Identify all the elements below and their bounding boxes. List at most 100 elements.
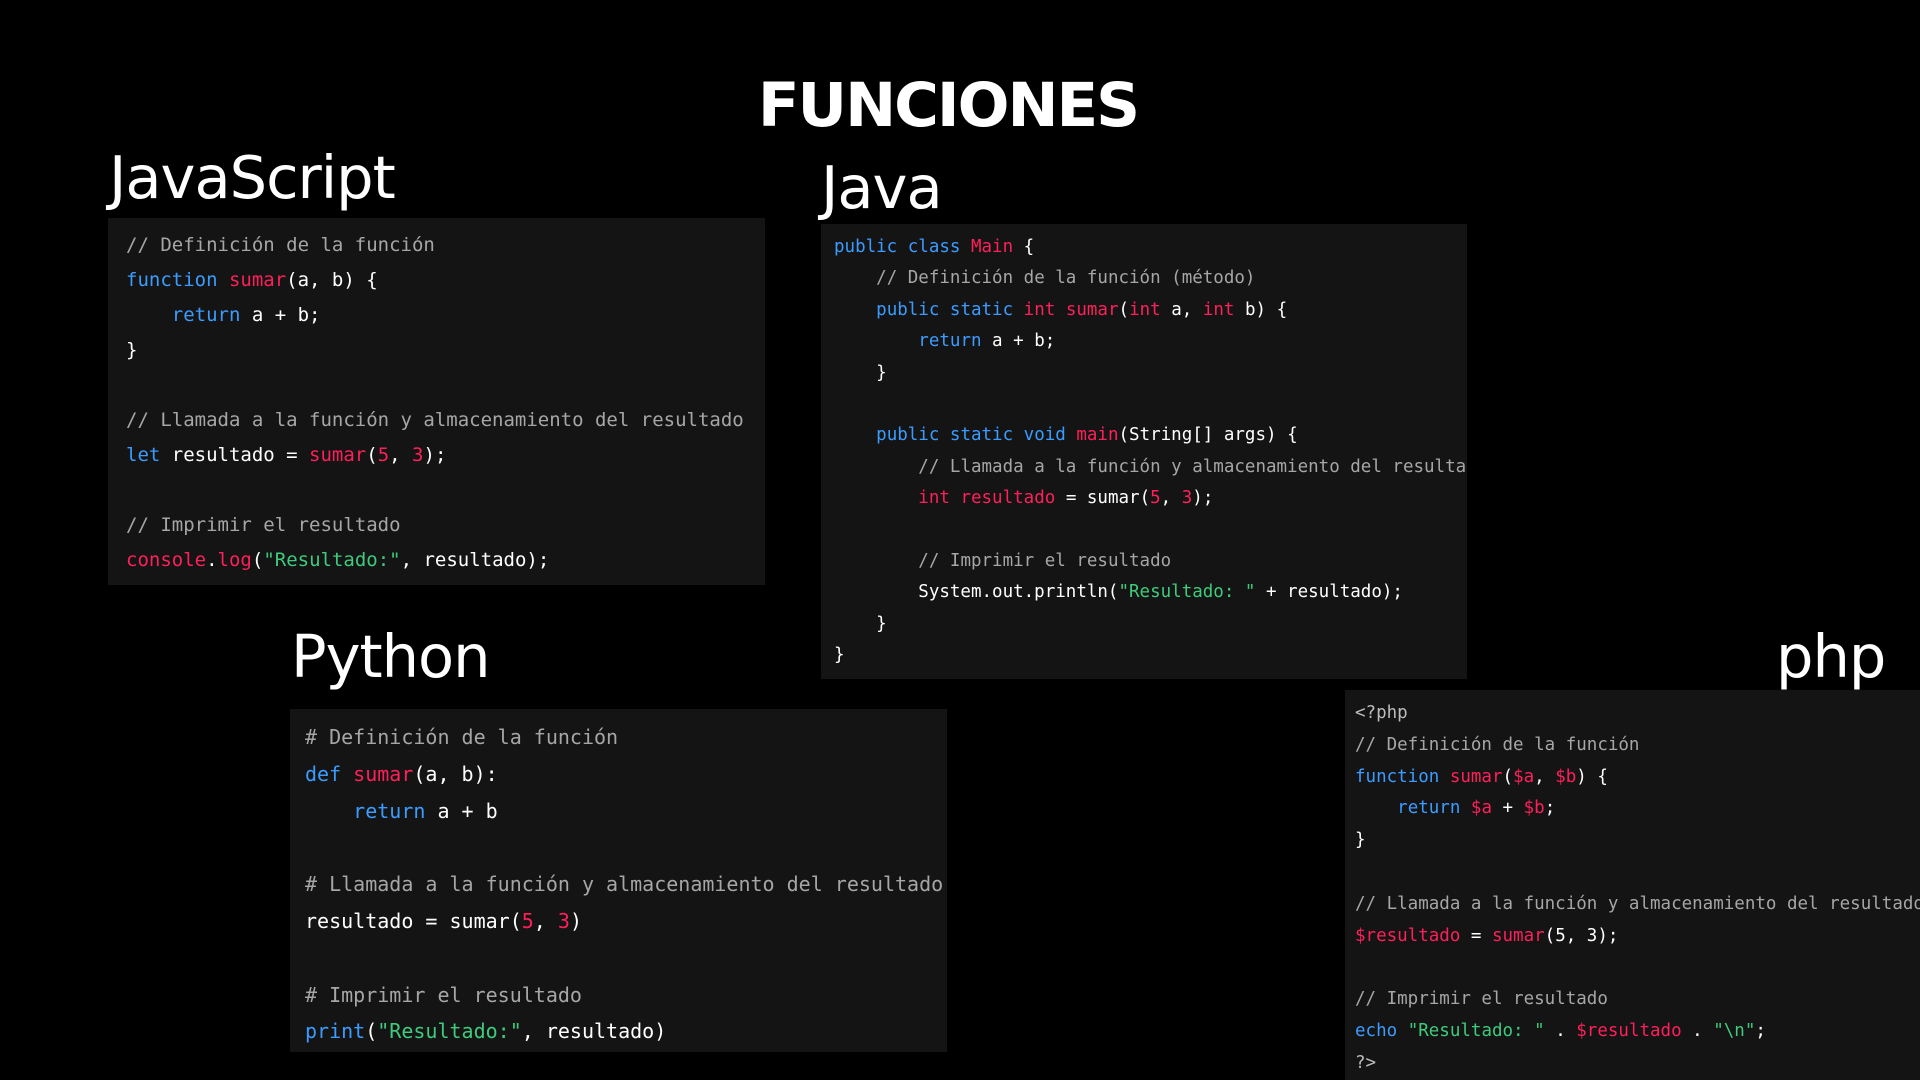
- code-line: resultado = sumar(5, 3): [305, 903, 947, 940]
- code-line: console.log("Resultado:", resultado);: [126, 543, 765, 578]
- python-code-block: # Definición de la función def sumar(a, b…: [290, 709, 947, 1052]
- code-token: // Llamada a la función y almacenamiento…: [918, 456, 1467, 477]
- javascript-heading: JavaScript: [109, 143, 396, 212]
- code-line: // Definición de la función: [1355, 730, 1920, 762]
- code-token: // Imprimir el resultado: [918, 550, 1172, 571]
- code-token: ,: [1534, 766, 1556, 787]
- code-token: 5: [521, 908, 534, 933]
- code-token: a,: [1160, 299, 1203, 320]
- code-token: public class: [834, 237, 971, 257]
- code-line: }: [834, 609, 1467, 640]
- code-line: }: [126, 333, 765, 368]
- code-token: 5: [377, 444, 390, 466]
- code-token: "Resultado:": [263, 549, 401, 571]
- code-token: sumar: [309, 444, 367, 466]
- code-token: );: [1192, 488, 1214, 509]
- javascript-code-block: // Definición de la función function suma…: [108, 218, 765, 585]
- code-token: return: [171, 304, 241, 326]
- code-token: "\n": [1713, 1020, 1756, 1041]
- code-token: a + b: [425, 798, 498, 823]
- code-token: (: [366, 444, 378, 466]
- code-line: public static void main(String[] args) {: [834, 420, 1467, 451]
- code-line: <?php: [1355, 698, 1920, 730]
- code-token: (5, 3);: [1544, 925, 1619, 946]
- code-token: (a, b):: [413, 761, 498, 786]
- code-line: public static int sumar(int a, int b) {: [834, 295, 1467, 326]
- code-token: return: [1397, 798, 1471, 819]
- code-token: resultado =: [160, 444, 310, 466]
- code-line: // Imprimir el resultado: [1355, 984, 1920, 1016]
- code-line: return a + b;: [834, 326, 1467, 357]
- code-token: return: [353, 798, 426, 823]
- slide-title: FUNCIONES: [757, 70, 1140, 141]
- code-token: }: [834, 362, 887, 383]
- code-token: =: [1460, 925, 1492, 946]
- code-token: "Resultado:": [377, 1019, 522, 1044]
- code-token: int: [1023, 299, 1066, 320]
- code-token: function: [126, 269, 229, 291]
- code-line: $resultado = sumar(5, 3);: [1355, 921, 1920, 953]
- code-token: +: [1492, 798, 1524, 819]
- code-token: sumar: [228, 269, 287, 291]
- code-token: sumar: [1491, 925, 1545, 946]
- code-token: console: [126, 549, 207, 571]
- code-token: $b: [1523, 798, 1545, 819]
- code-token: , resultado);: [400, 549, 550, 571]
- code-token: (: [1502, 766, 1514, 787]
- code-line: function sumar($a, $b) {: [1355, 762, 1920, 794]
- code-token: .: [1544, 1020, 1577, 1041]
- code-line: // Llamada a la función y almacenamiento…: [126, 403, 765, 438]
- code-token: }: [1355, 830, 1366, 851]
- code-line: // Imprimir el resultado: [126, 508, 765, 543]
- code-line: let resultado = sumar(5, 3);: [126, 438, 765, 473]
- code-token: "Resultado: ": [1407, 1020, 1545, 1041]
- code-token: main: [1076, 425, 1119, 446]
- code-token: int: [1129, 299, 1161, 320]
- code-token: print: [305, 1019, 366, 1044]
- code-token: public static void: [876, 425, 1077, 446]
- code-token: public static: [876, 299, 1024, 320]
- code-token: .: [206, 549, 218, 571]
- code-token: let: [126, 444, 161, 466]
- code-token: ) {: [1576, 766, 1608, 787]
- code-token: # Imprimir el resultado: [305, 982, 582, 1007]
- code-token: 3: [557, 908, 570, 933]
- code-token: 5: [1150, 488, 1161, 509]
- code-token: "Resultado: ": [1118, 582, 1256, 603]
- code-token: return: [918, 331, 982, 352]
- code-token: , resultado): [521, 1019, 667, 1044]
- code-line: System.out.println("Resultado: " + resul…: [834, 577, 1467, 608]
- code-token: sumar: [353, 761, 414, 786]
- code-token: }: [834, 613, 887, 634]
- code-line: // Imprimir el resultado: [834, 546, 1467, 577]
- code-token: $a: [1513, 766, 1535, 787]
- code-token: // Definición de la función: [126, 234, 435, 256]
- code-line: // Llamada a la función y almacenamiento…: [834, 452, 1467, 483]
- python-heading: Python: [291, 622, 491, 691]
- code-line: }: [834, 358, 1467, 389]
- code-line: return a + b;: [126, 298, 765, 333]
- code-token: <?php: [1355, 703, 1408, 723]
- code-token: $b: [1555, 766, 1577, 787]
- code-token: (: [251, 549, 264, 571]
- code-line: }: [834, 640, 1467, 671]
- code-line: def sumar(a, b):: [305, 756, 947, 793]
- code-token: {: [1013, 237, 1035, 257]
- code-token: a + b;: [240, 304, 321, 326]
- code-line: public class Main {: [834, 232, 1467, 263]
- java-heading: Java: [821, 153, 943, 222]
- code-token: # Definición de la función: [305, 725, 619, 749]
- code-token: // Definición de la función: [1355, 734, 1640, 755]
- code-token: $resultado: [1576, 1020, 1682, 1041]
